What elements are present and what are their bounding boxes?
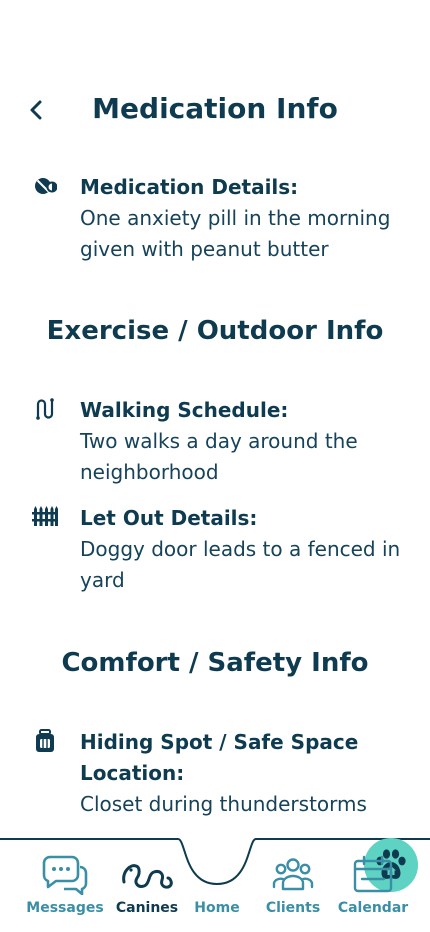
hiding-spot-value: Closet during thunderstorms <box>80 792 367 816</box>
medication-details-item: Medication Details: One anxiety pill in … <box>30 172 410 265</box>
section-title-comfort: Comfort / Safety Info <box>61 648 369 678</box>
page-title: Medication Info <box>92 92 338 125</box>
let-out-value: Doggy door leads to a fenced in yard <box>80 537 401 592</box>
let-out-details-item: Let Out Details: Doggy door leads to a f… <box>30 503 410 596</box>
calendar-icon <box>353 855 393 893</box>
section-title-exercise: Exercise / Outdoor Info <box>46 316 384 346</box>
tab-clients-label: Clients <box>265 900 321 916</box>
header: Medication Info <box>0 88 430 132</box>
chat-bubbles-icon <box>42 855 88 895</box>
kennel-icon <box>30 729 60 757</box>
pills-icon <box>30 174 60 202</box>
route-icon <box>30 397 60 425</box>
hiding-spot-label: Hiding Spot / Safe Space Location: <box>80 730 359 785</box>
tab-calendar-label: Calendar <box>337 900 409 916</box>
fence-icon <box>30 505 60 533</box>
medication-label: Medication Details: <box>80 175 299 199</box>
tab-home-label: Home <box>194 900 240 916</box>
people-icon <box>272 858 314 891</box>
bottom-nav: Messages Canines Home Clients Calendar <box>0 836 430 932</box>
let-out-label: Let Out Details: <box>80 506 258 530</box>
tab-calendar[interactable]: Calendar <box>330 850 416 916</box>
walking-schedule-label: Walking Schedule: <box>80 398 289 422</box>
tab-messages[interactable]: Messages <box>22 850 108 916</box>
medication-value: One anxiety pill in the morning given wi… <box>80 206 391 261</box>
walking-schedule-item: Walking Schedule: Two walks a day around… <box>30 395 410 488</box>
tab-messages-label: Messages <box>26 900 104 916</box>
walking-schedule-value: Two walks a day around the neighborhood <box>80 429 358 484</box>
dog-bone-icon <box>122 864 173 889</box>
tab-clients[interactable]: Clients <box>250 850 336 916</box>
tab-home[interactable]: Home <box>174 838 418 916</box>
hiding-spot-item: Hiding Spot / Safe Space Location: Close… <box>30 727 410 820</box>
